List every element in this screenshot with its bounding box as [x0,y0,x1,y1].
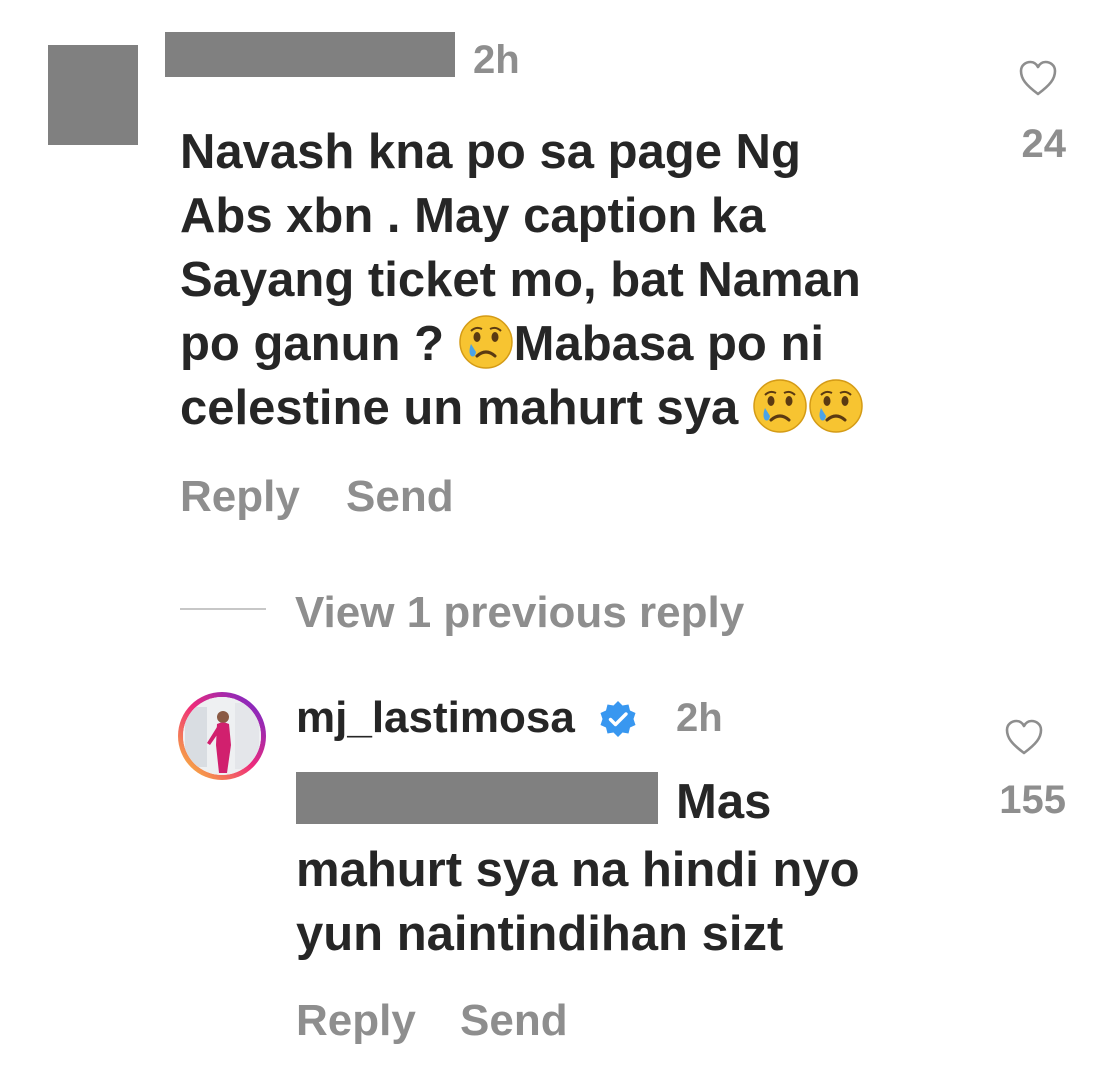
username-redacted[interactable] [165,32,455,77]
heart-icon[interactable] [1004,718,1044,756]
reply-text-first: Mas [676,775,772,829]
comment-text: Navash kna po sa page Ng Abs xbn . May c… [180,120,960,440]
reply-button[interactable]: Reply [296,996,416,1046]
comment-like-count: 24 [1021,122,1067,166]
crying-face-emoji-icon [458,314,514,370]
mention-redacted[interactable] [296,772,658,824]
avatar[interactable] [178,692,266,780]
comment-text-last-line: celestine un mahurt sya [180,381,752,435]
comment-timestamp: 2h [473,38,520,82]
reply-button[interactable]: Reply [180,472,300,522]
crying-face-emoji-icon [752,378,808,434]
reply-text-line-3: yun naintindihan sizt [296,907,784,961]
view-previous-replies-button[interactable]: View 1 previous reply [295,588,744,638]
reply-username[interactable]: mj_lastimosa [296,693,575,743]
send-button[interactable]: Send [346,472,454,522]
reply-timestamp: 2h [676,696,723,740]
verified-badge-icon [600,701,636,737]
avatar-redacted[interactable] [48,45,138,145]
send-button[interactable]: Send [460,996,568,1046]
reply-text-line-2: mahurt sya na hindi nyo [296,843,860,897]
crying-face-emoji-icon [808,378,864,434]
comment-body: Navash kna po sa page Ng Abs xbn . May c… [180,120,960,440]
avatar-image [183,697,261,775]
replies-divider [180,608,266,610]
comment-text-after-emoji: Mabasa po ni [513,317,825,371]
heart-icon[interactable] [1018,59,1058,97]
reply-like-count: 155 [999,778,1066,822]
